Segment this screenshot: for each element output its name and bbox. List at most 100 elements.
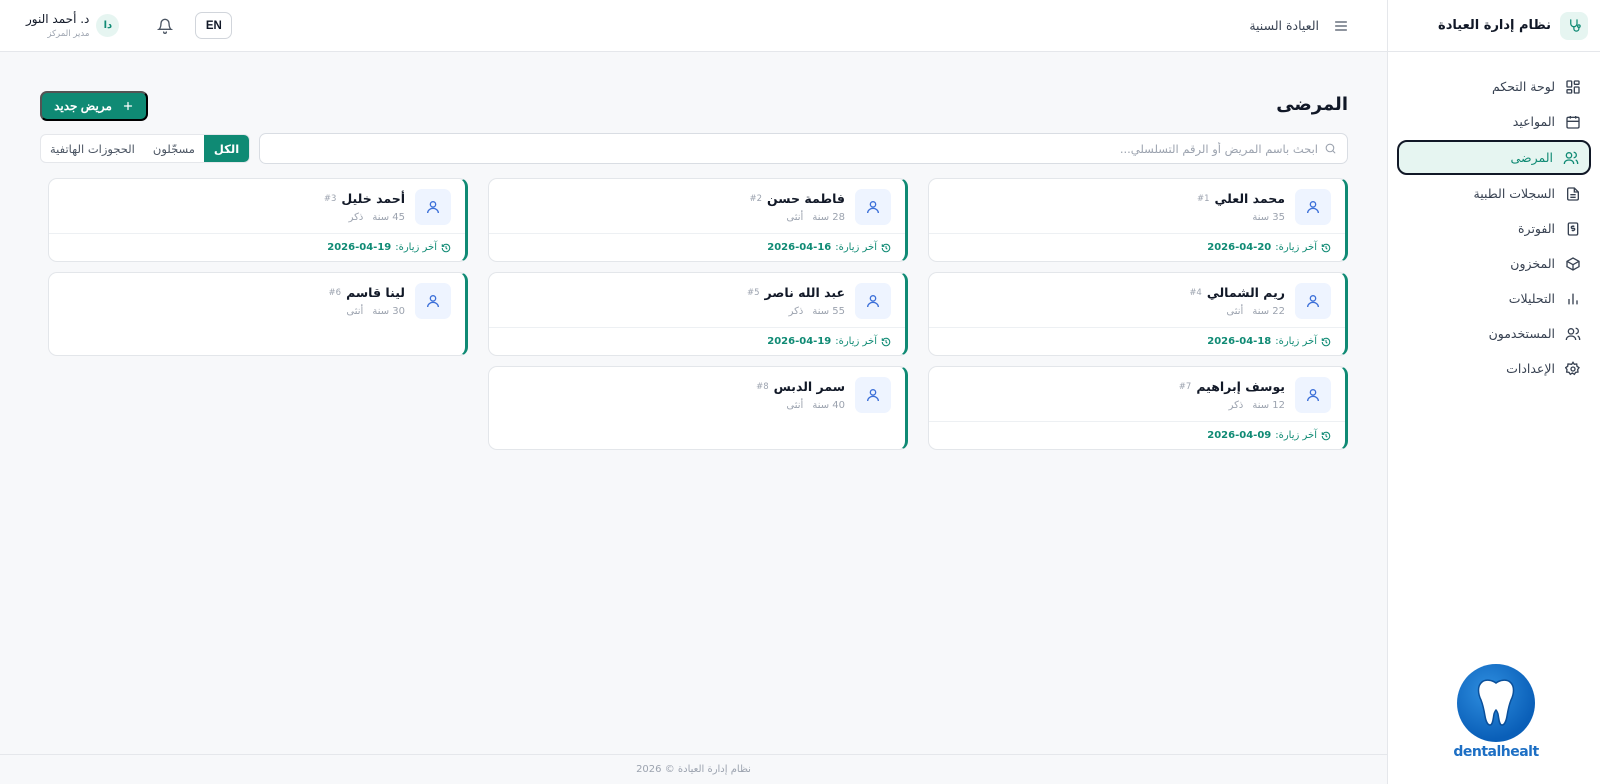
patient-age: 55 سنة xyxy=(812,306,845,317)
last-visit: آخر زيارة: 2026-04-18 xyxy=(929,327,1345,355)
patient-name: محمد العلي xyxy=(1214,191,1285,206)
app-title: نظام إدارة العيادة xyxy=(1438,18,1551,33)
patient-card[interactable]: ريم الشمالي #4 22 سنة أنثى آخر زيارة: 2026… xyxy=(928,272,1348,356)
history-icon xyxy=(1321,243,1331,252)
sidebar-item-label: المواعيد xyxy=(1512,114,1555,129)
patient-card[interactable]: فاطمة حسن #2 28 سنة أنثى آخر زيارة: 2026-0… xyxy=(488,178,908,262)
patient-id: #3 xyxy=(323,193,337,204)
patients-grid: محمد العلي #1 35 سنة آخر زيارة: 2026-04-2… xyxy=(40,178,1348,450)
sidebar-item-analytics[interactable]: التحليلات xyxy=(1397,281,1591,316)
avatar: دا xyxy=(96,14,120,37)
patient-age: 28 سنة xyxy=(812,212,845,223)
history-icon xyxy=(1321,337,1331,346)
filter-tab-all[interactable]: الكل xyxy=(203,135,250,162)
last-visit-label: آخر زيارة: xyxy=(1275,242,1317,253)
patient-card[interactable]: سمر الدبس #8 40 سنة أنثى xyxy=(488,366,908,450)
filter-tab-phone-bookings[interactable]: الحجوزات الهاتفية xyxy=(41,135,144,162)
patient-card[interactable]: محمد العلي #1 35 سنة آخر زيارة: 2026-04-2… xyxy=(928,178,1348,262)
sidebar-item-dashboard[interactable]: لوحة التحكم xyxy=(1397,69,1591,104)
header-left: د. أحمد النور مدير المركز دا EN xyxy=(26,12,233,39)
language-toggle-button[interactable]: EN xyxy=(195,12,233,39)
tooth-icon xyxy=(1457,664,1535,742)
footer: نظام إدارة العيادة © 2026 xyxy=(0,754,1387,784)
user-menu[interactable]: د. أحمد النور مدير المركز دا xyxy=(26,12,120,39)
last-visit: آخر زيارة: 2026-04-20 xyxy=(929,233,1345,261)
patient-gender: ذكر xyxy=(788,306,804,317)
user-icon xyxy=(1295,189,1331,225)
user-icon xyxy=(855,377,891,413)
last-visit-label: آخر زيارة: xyxy=(835,242,877,253)
new-patient-button[interactable]: مريض جديد xyxy=(40,91,148,121)
clinic-name: العيادة السنية xyxy=(1249,18,1319,33)
sidebar-item-users[interactable]: المستخدمون xyxy=(1397,316,1591,351)
search-box xyxy=(259,133,1348,164)
filter-tab-registered[interactable]: مسجّلون xyxy=(144,135,204,162)
patient-age: 30 سنة xyxy=(372,306,405,317)
sidebar-item-label: الفوترة xyxy=(1518,221,1555,236)
bar-chart-icon xyxy=(1568,293,1578,304)
box-icon xyxy=(1566,256,1580,271)
patient-gender: أنثى xyxy=(786,212,804,223)
sidebar-item-settings[interactable]: الإعدادات xyxy=(1397,351,1591,386)
patient-card[interactable]: لينا قاسم #6 30 سنة أنثى xyxy=(48,272,468,356)
last-visit-label: آخر زيارة: xyxy=(835,336,877,347)
search-icon xyxy=(1324,142,1337,155)
patient-age: 45 سنة xyxy=(372,212,405,223)
patient-gender: أنثى xyxy=(346,306,364,317)
new-patient-label: مريض جديد xyxy=(54,99,112,113)
bell-icon[interactable] xyxy=(157,18,174,34)
user-name: د. أحمد النور xyxy=(26,12,90,26)
patient-name: عبد الله ناصر xyxy=(764,285,845,300)
last-visit-date: 2026-04-18 xyxy=(1207,336,1272,347)
last-visit-label: آخر زيارة: xyxy=(395,242,437,253)
last-visit-date: 2026-04-19 xyxy=(327,242,392,253)
gear-icon xyxy=(1565,360,1580,375)
user-icon xyxy=(415,189,451,225)
patient-card[interactable]: أحمد خليل #3 45 سنة ذكر آخر زيارة: 2026-04… xyxy=(48,178,468,262)
patient-age: 12 سنة xyxy=(1252,400,1285,411)
patient-name: أحمد خليل xyxy=(341,191,405,206)
search-input[interactable] xyxy=(260,141,1318,156)
sidebar-item-label: الإعدادات xyxy=(1506,361,1555,376)
history-icon xyxy=(441,243,451,252)
patient-name: يوسف إبراهيم xyxy=(1196,379,1285,394)
sidebar-item-medical-records[interactable]: السجلات الطبية xyxy=(1397,176,1591,211)
plus-icon xyxy=(122,100,134,112)
user-icon xyxy=(1295,283,1331,319)
patient-id: #2 xyxy=(749,193,763,204)
patient-card[interactable]: عبد الله ناصر #5 55 سنة ذكر آخر زيارة: 202… xyxy=(488,272,908,356)
sidebar-item-billing[interactable]: الفوترة xyxy=(1397,211,1591,246)
patient-id: #5 xyxy=(747,287,760,298)
user-icon xyxy=(1295,377,1331,413)
patient-card[interactable]: يوسف إبراهيم #7 12 سنة ذكر آخر زيارة: 2026… xyxy=(928,366,1348,450)
sidebar-nav: لوحة التحكم المواعيد المرضى السجلات الطب… xyxy=(1388,52,1600,386)
patient-id: #7 xyxy=(1178,381,1192,392)
last-visit: آخر زيارة: 2026-04-16 xyxy=(489,233,905,261)
calendar-icon xyxy=(1566,115,1580,129)
menu-icon[interactable] xyxy=(1333,18,1349,34)
last-visit: آخر زيارة: 2026-04-19 xyxy=(49,233,465,261)
patient-id: #8 xyxy=(756,381,769,392)
last-visit-label: آخر زيارة: xyxy=(1275,430,1317,441)
stethoscope-icon xyxy=(1560,11,1588,40)
patient-age: 40 سنة xyxy=(812,400,845,411)
sidebar-item-patients[interactable]: المرضى xyxy=(1397,140,1591,175)
footer-text: نظام إدارة العيادة © 2026 xyxy=(636,764,751,775)
sidebar-item-label: المستخدمون xyxy=(1488,326,1555,341)
patient-name: فاطمة حسن xyxy=(767,191,845,206)
last-visit-date: 2026-04-19 xyxy=(767,336,832,347)
user-icon xyxy=(855,283,891,319)
patient-gender: أنثى xyxy=(1226,306,1244,317)
last-visit: آخر زيارة: 2026-04-19 xyxy=(489,327,905,355)
page-title: المرضى xyxy=(1276,94,1348,115)
user-icon xyxy=(415,283,451,319)
patient-id: #1 xyxy=(1196,193,1210,204)
logo-text: dentalhealt xyxy=(1453,744,1539,760)
sidebar-item-appointments[interactable]: المواعيد xyxy=(1397,104,1591,139)
history-icon xyxy=(1321,431,1331,440)
sidebar-item-inventory[interactable]: المخزون xyxy=(1397,246,1591,281)
patient-name: سمر الدبس xyxy=(773,379,845,394)
history-icon xyxy=(881,243,891,252)
users-icon xyxy=(1563,151,1579,164)
dentalhealth-logo: dentalhealt xyxy=(1436,664,1556,760)
